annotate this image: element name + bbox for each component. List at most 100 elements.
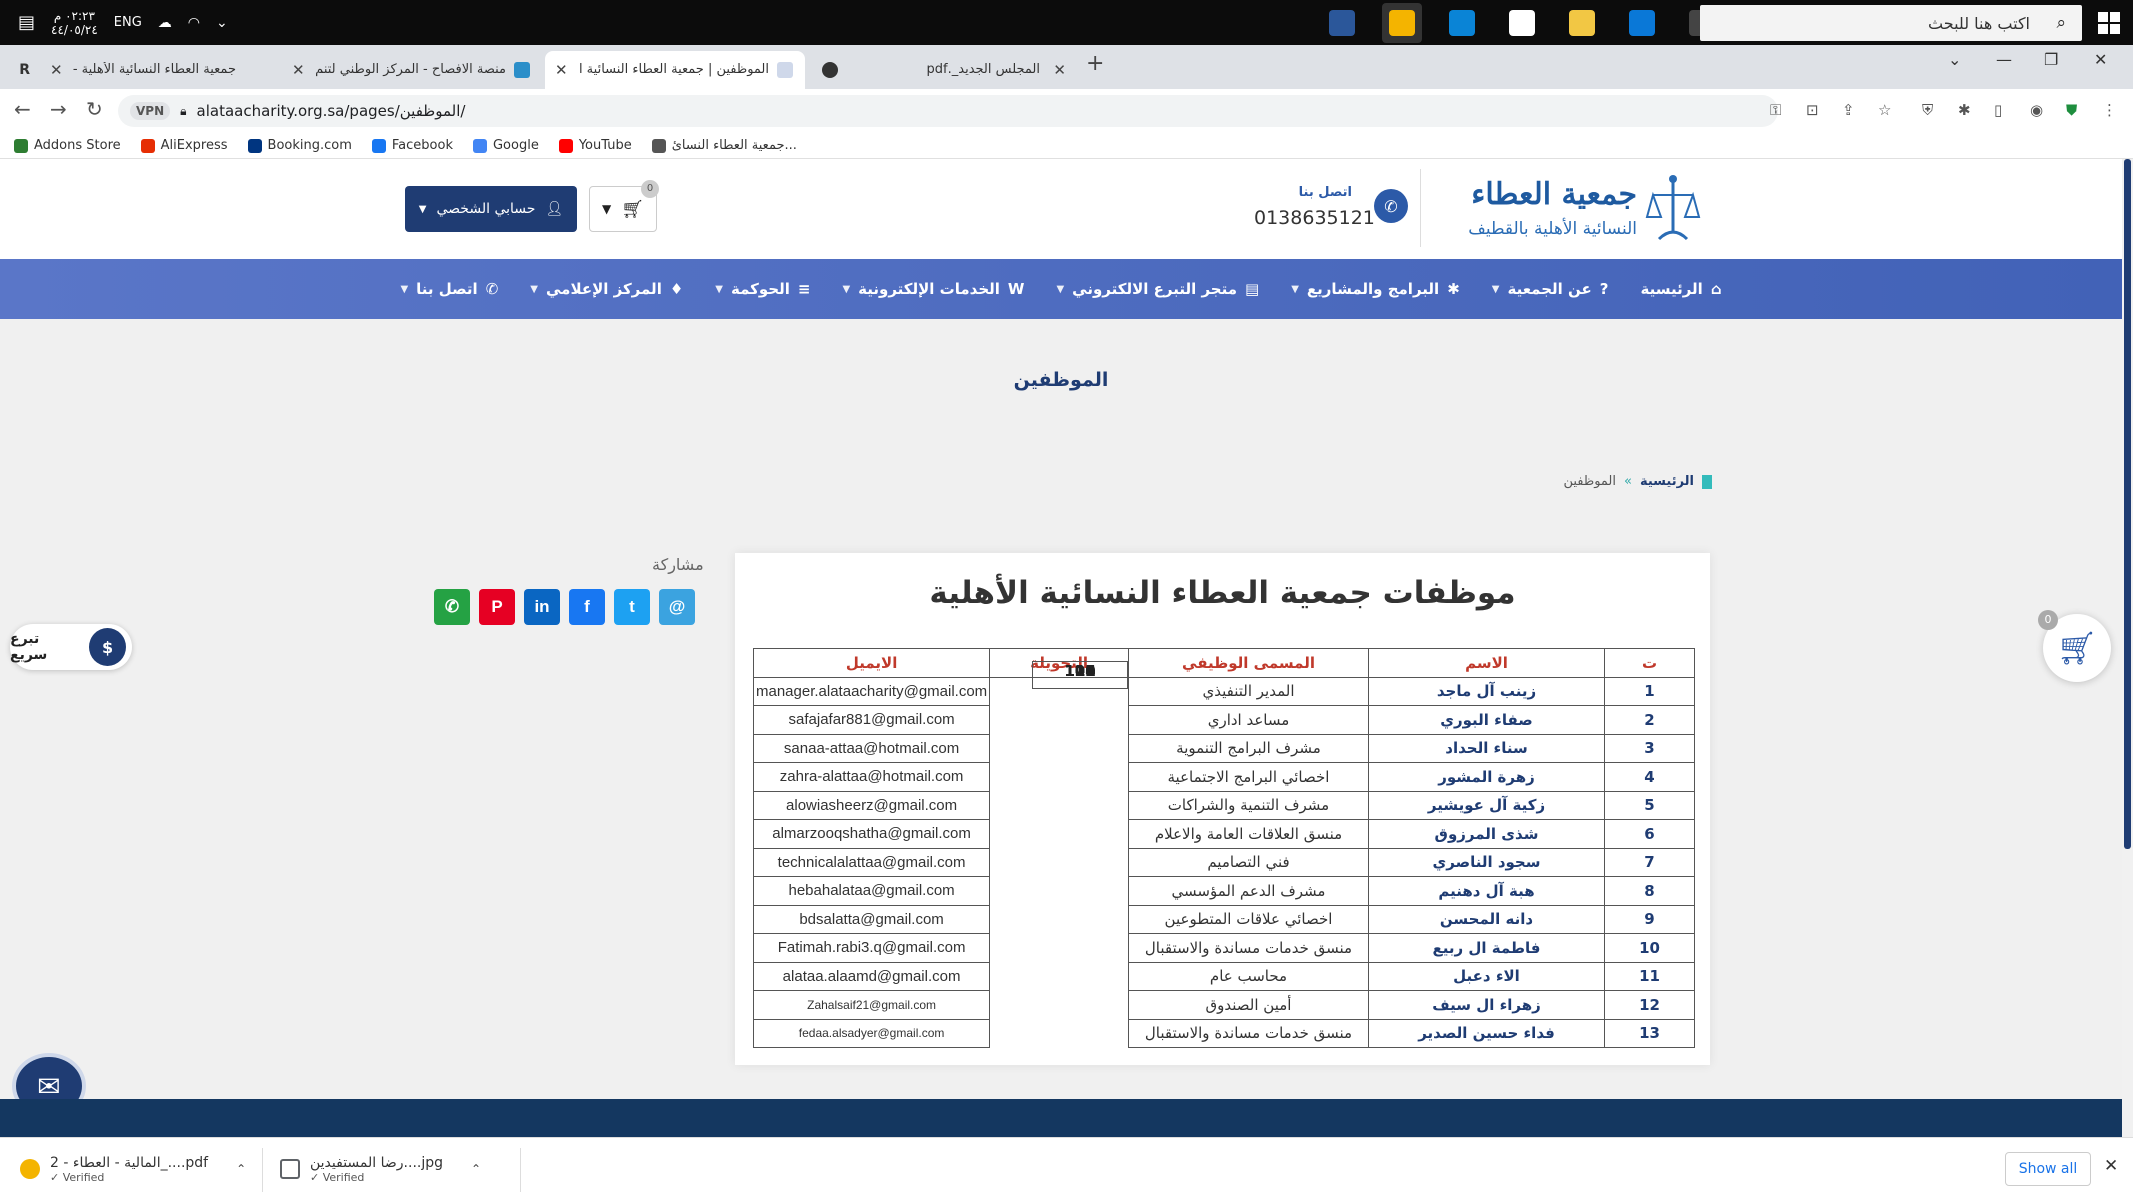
- bookmark-item[interactable]: Booking.com: [247, 138, 352, 153]
- cell-email[interactable]: hebahalataa@gmail.com: [752, 876, 991, 906]
- store-app-icon[interactable]: [1502, 3, 1542, 43]
- explorer-app-icon[interactable]: [1562, 3, 1602, 43]
- cell-email[interactable]: alowiasheerz@gmail.com: [752, 790, 991, 820]
- cell-name: سجود الناصري: [1368, 847, 1605, 877]
- nav-item[interactable]: ✱ البرامج والمشاريع ▼: [1291, 280, 1460, 298]
- close-icon[interactable]: ✕: [555, 61, 568, 79]
- bookmark-star-icon[interactable]: ☆: [1878, 101, 1891, 119]
- edge-app-icon[interactable]: [1442, 3, 1482, 43]
- chrome-app-icon[interactable]: [1382, 3, 1422, 43]
- security-extension-icon[interactable]: ⛊: [2066, 101, 2077, 119]
- bookmark-item[interactable]: YouTube: [558, 138, 632, 153]
- facebook-share-icon[interactable]: f: [569, 589, 605, 625]
- chevron-up-icon[interactable]: ⌄: [216, 15, 228, 31]
- word-app-icon[interactable]: [1322, 3, 1362, 43]
- reload-icon[interactable]: ↻: [86, 97, 103, 121]
- profile-icon[interactable]: ◉: [2030, 101, 2043, 119]
- floating-cart-count: 0: [2038, 610, 2058, 630]
- new-tab-button[interactable]: +: [1086, 51, 1104, 76]
- translate-icon[interactable]: ⊡: [1806, 101, 1819, 119]
- menu-icon[interactable]: ⋮: [2102, 101, 2117, 119]
- cell-email[interactable]: fedaa.alsadyer@gmail.com: [752, 1018, 991, 1048]
- nav-item[interactable]: ? عن الجمعية ▼: [1492, 280, 1609, 298]
- windows-start-icon[interactable]: [2098, 12, 2120, 34]
- forward-icon[interactable]: →: [50, 97, 67, 121]
- nav-item[interactable]: ✆ اتصل بنا ▼: [400, 280, 498, 298]
- address-bar[interactable]: VPN 🔒︎ alataacharity.org.sa/pages/الموظف…: [118, 95, 1778, 127]
- chevron-up-icon[interactable]: ⌃: [236, 1162, 246, 1176]
- tab-list-icon[interactable]: ⌄: [1948, 50, 1961, 69]
- bookmark-label: Google: [492, 138, 539, 153]
- minimize-button[interactable]: —: [1996, 50, 2012, 69]
- linkedin-share-icon[interactable]: in: [524, 589, 560, 625]
- cell-email[interactable]: manager.alataacharity@gmail.com: [752, 676, 991, 706]
- page-scrollbar[interactable]: [2122, 159, 2133, 1137]
- bookmark-item[interactable]: Google: [472, 138, 539, 153]
- tab-pdf[interactable]: المجلس الجديد_.pdf ✕: [812, 51, 1076, 89]
- cell-email[interactable]: zahra-alattaa@hotmail.com: [752, 762, 991, 792]
- restore-button[interactable]: ❐: [2044, 50, 2058, 69]
- scrollbar-thumb[interactable]: [2124, 159, 2131, 849]
- close-icon[interactable]: ✕: [2104, 1156, 2118, 1176]
- twitter-share-icon[interactable]: t: [614, 589, 650, 625]
- taskbar-search-box[interactable]: اكتب هنا للبحث ⌕: [1700, 5, 2082, 41]
- my-account-button[interactable]: 👤︎ حسابي الشخصي ▼: [405, 186, 577, 232]
- contact-phone[interactable]: 0138635121: [1254, 207, 1375, 229]
- cell-email[interactable]: technicalalattaa@gmail.com: [752, 847, 991, 877]
- nav-item[interactable]: W الخدمات الإلكترونية ▼: [842, 280, 1024, 298]
- bookmark-item[interactable]: AliExpress: [140, 138, 228, 153]
- phone-icon[interactable]: ✆: [1374, 189, 1408, 223]
- bookmark-item[interactable]: Facebook: [371, 138, 453, 153]
- share-icon[interactable]: ⇪: [1842, 101, 1855, 119]
- clock[interactable]: ٠٢:٢٣ م ٤٤/٠٥/٢٤: [51, 9, 98, 37]
- close-window-button[interactable]: ✕: [2094, 50, 2107, 69]
- whatsapp-share-icon[interactable]: ✆: [434, 589, 470, 625]
- breadcrumb-home[interactable]: الرئيسية: [1640, 474, 1694, 489]
- weather-icon[interactable]: ☁: [158, 15, 172, 31]
- close-icon[interactable]: ✕: [50, 61, 63, 79]
- site-logo[interactable]: جمعية العطاء النسائية الأهلية بالقطيف: [1420, 171, 1705, 247]
- extensions-icon[interactable]: ✱: [1958, 101, 1971, 119]
- quick-donate-button[interactable]: تبرع سريع $: [10, 624, 132, 670]
- cell-email[interactable]: Zahalsaif21@gmail.com: [752, 990, 991, 1020]
- chevron-up-icon[interactable]: ⌃: [471, 1162, 481, 1176]
- pinterest-share-icon[interactable]: P: [479, 589, 515, 625]
- mail-app-icon[interactable]: [1622, 3, 1662, 43]
- download-item[interactable]: المالية - العطاء - 2_....pdf ✓ Verified …: [20, 1146, 246, 1192]
- tab-employees-active[interactable]: الموظفين | جمعية العطاء النسائية ا ✕: [545, 51, 805, 89]
- tab-search-icon[interactable]: R: [18, 51, 30, 89]
- bookmark-item[interactable]: Addons Store: [14, 138, 121, 153]
- close-icon[interactable]: ✕: [292, 61, 305, 79]
- download-item[interactable]: رضا المستفيدين....jpg ✓ Verified ⌃: [280, 1146, 481, 1192]
- download-name: المالية - العطاء - 2_....pdf: [50, 1154, 209, 1171]
- shield-extension-icon[interactable]: ⛨: [1922, 101, 1933, 119]
- lock-icon[interactable]: 🔒︎: [180, 104, 186, 119]
- nav-item[interactable]: ▤ متجر التبرع الالكتروني ▼: [1056, 280, 1259, 298]
- cell-email[interactable]: safajafar881@gmail.com: [752, 705, 991, 735]
- bookmark-item[interactable]: جمعية العطاء النسائ...: [651, 138, 797, 153]
- cell-email[interactable]: almarzooqshatha@gmail.com: [752, 819, 991, 849]
- tab-disclosure-platform[interactable]: منصة الافصاح - المركز الوطني لتنم ✕: [282, 51, 542, 89]
- notification-icon[interactable]: ▤: [18, 12, 35, 33]
- email-share-icon[interactable]: @: [659, 589, 695, 625]
- close-icon[interactable]: ✕: [1053, 61, 1066, 79]
- contact-label[interactable]: اتصل بنا: [1299, 185, 1352, 200]
- show-all-downloads-button[interactable]: Show all: [2005, 1152, 2091, 1186]
- cell-email[interactable]: bdsalatta@gmail.com: [752, 904, 991, 934]
- nav-item[interactable]: ≡ الحوكمة ▼: [715, 280, 810, 298]
- bookmark-label: Addons Store: [34, 138, 121, 153]
- key-icon[interactable]: ⚿: [1770, 101, 1781, 119]
- cell-email[interactable]: Fatimah.rabi3.q@gmail.com: [752, 933, 991, 963]
- bookmark-flag-icon: [1702, 474, 1712, 489]
- side-panel-icon[interactable]: ▯: [1994, 101, 2002, 119]
- footer-strip: [0, 1099, 2122, 1137]
- cell-email[interactable]: sanaa-attaa@hotmail.com: [752, 733, 991, 763]
- vpn-badge[interactable]: VPN: [130, 102, 171, 120]
- nav-item[interactable]: ♦ المركز الإعلامي ▼: [530, 280, 683, 298]
- tab-alataa-system[interactable]: جمعية العطاء النسائية الأهلية - نظا ✕: [40, 51, 272, 89]
- nav-item[interactable]: ⌂ الرئيسية: [1640, 280, 1721, 298]
- wifi-icon[interactable]: ◠: [188, 15, 200, 31]
- cell-email[interactable]: alataa.alaamd@gmail.com: [752, 961, 991, 991]
- back-icon[interactable]: ←: [14, 97, 31, 121]
- language-indicator[interactable]: ENG: [114, 15, 142, 30]
